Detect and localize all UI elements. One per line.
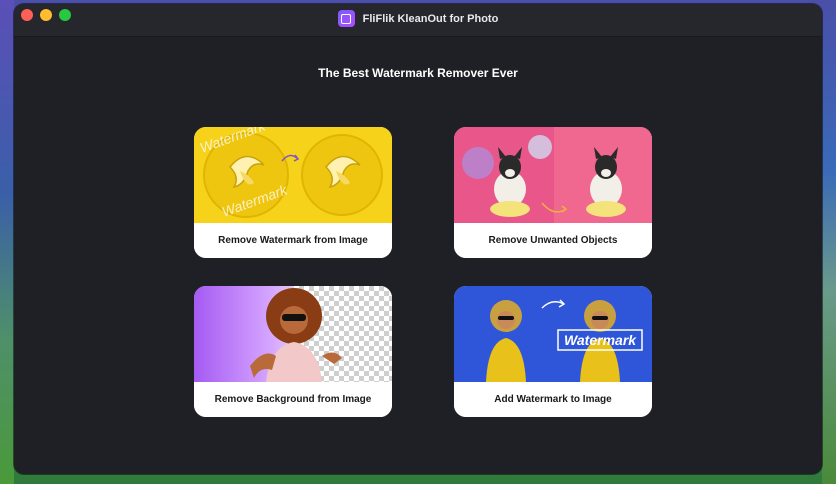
remove-background-thumbnail (194, 286, 392, 382)
page-headline: The Best Watermark Remover Ever (318, 66, 518, 80)
remove-objects-card[interactable]: Remove Unwanted Objects (454, 127, 652, 258)
remove-watermark-card[interactable]: Watermark Watermark Remove Watermark fro… (194, 127, 392, 258)
remove-objects-thumbnail (454, 127, 652, 223)
person-icon (486, 300, 526, 382)
remove-objects-label: Remove Unwanted Objects (454, 223, 652, 258)
add-watermark-label: Add Watermark to Image (454, 382, 652, 417)
remove-watermark-label: Remove Watermark from Image (194, 223, 392, 258)
person-icon (250, 288, 342, 382)
title-bar[interactable]: FliFlik KleanOut for Photo (14, 4, 822, 37)
remove-background-label: Remove Background from Image (194, 382, 392, 417)
app-logo-icon (337, 10, 355, 27)
app-window: FliFlik KleanOut for Photo The Best Wate… (14, 4, 822, 474)
window-title: FliFlik KleanOut for Photo (362, 12, 499, 25)
add-watermark-card[interactable]: Watermark Add Watermark to Image (454, 286, 652, 417)
desktop-wallpaper-left (0, 0, 14, 484)
dog-icon (490, 147, 530, 217)
add-watermark-thumbnail: Watermark (454, 286, 652, 382)
title-group: FliFlik KleanOut for Photo (14, 10, 822, 27)
remove-background-card[interactable]: Remove Background from Image (194, 286, 392, 417)
watermark-sample-text: Watermark (564, 332, 637, 348)
dog-icon (586, 147, 626, 217)
remove-watermark-thumbnail: Watermark Watermark (194, 127, 392, 223)
desktop-wallpaper-right (822, 0, 836, 484)
